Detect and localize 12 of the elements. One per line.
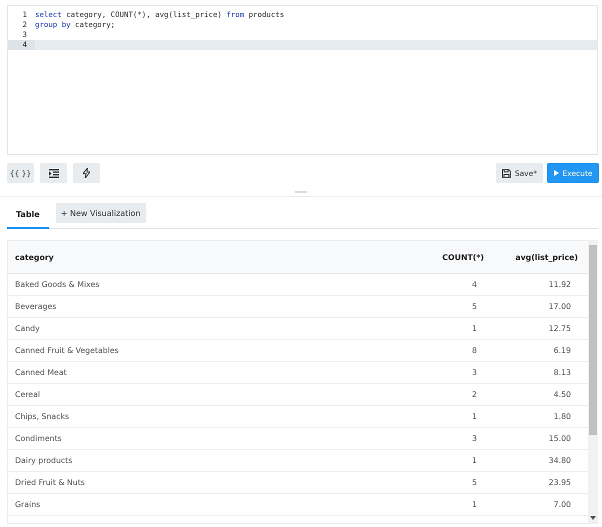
scrollbar[interactable] xyxy=(588,240,598,524)
format-button[interactable] xyxy=(40,163,67,183)
play-icon xyxy=(554,170,558,176)
new-visualization-button[interactable]: + New Visualization xyxy=(56,203,146,223)
lightning-icon xyxy=(83,168,90,178)
save-icon xyxy=(502,168,511,178)
tab[interactable]: Table xyxy=(7,202,49,228)
autocomplete-button[interactable] xyxy=(73,163,100,183)
resize-handle[interactable] xyxy=(295,191,307,193)
scroll-down-icon[interactable] xyxy=(590,516,596,520)
scrollbar-thumb[interactable] xyxy=(589,245,597,435)
indent-icon xyxy=(48,168,58,178)
